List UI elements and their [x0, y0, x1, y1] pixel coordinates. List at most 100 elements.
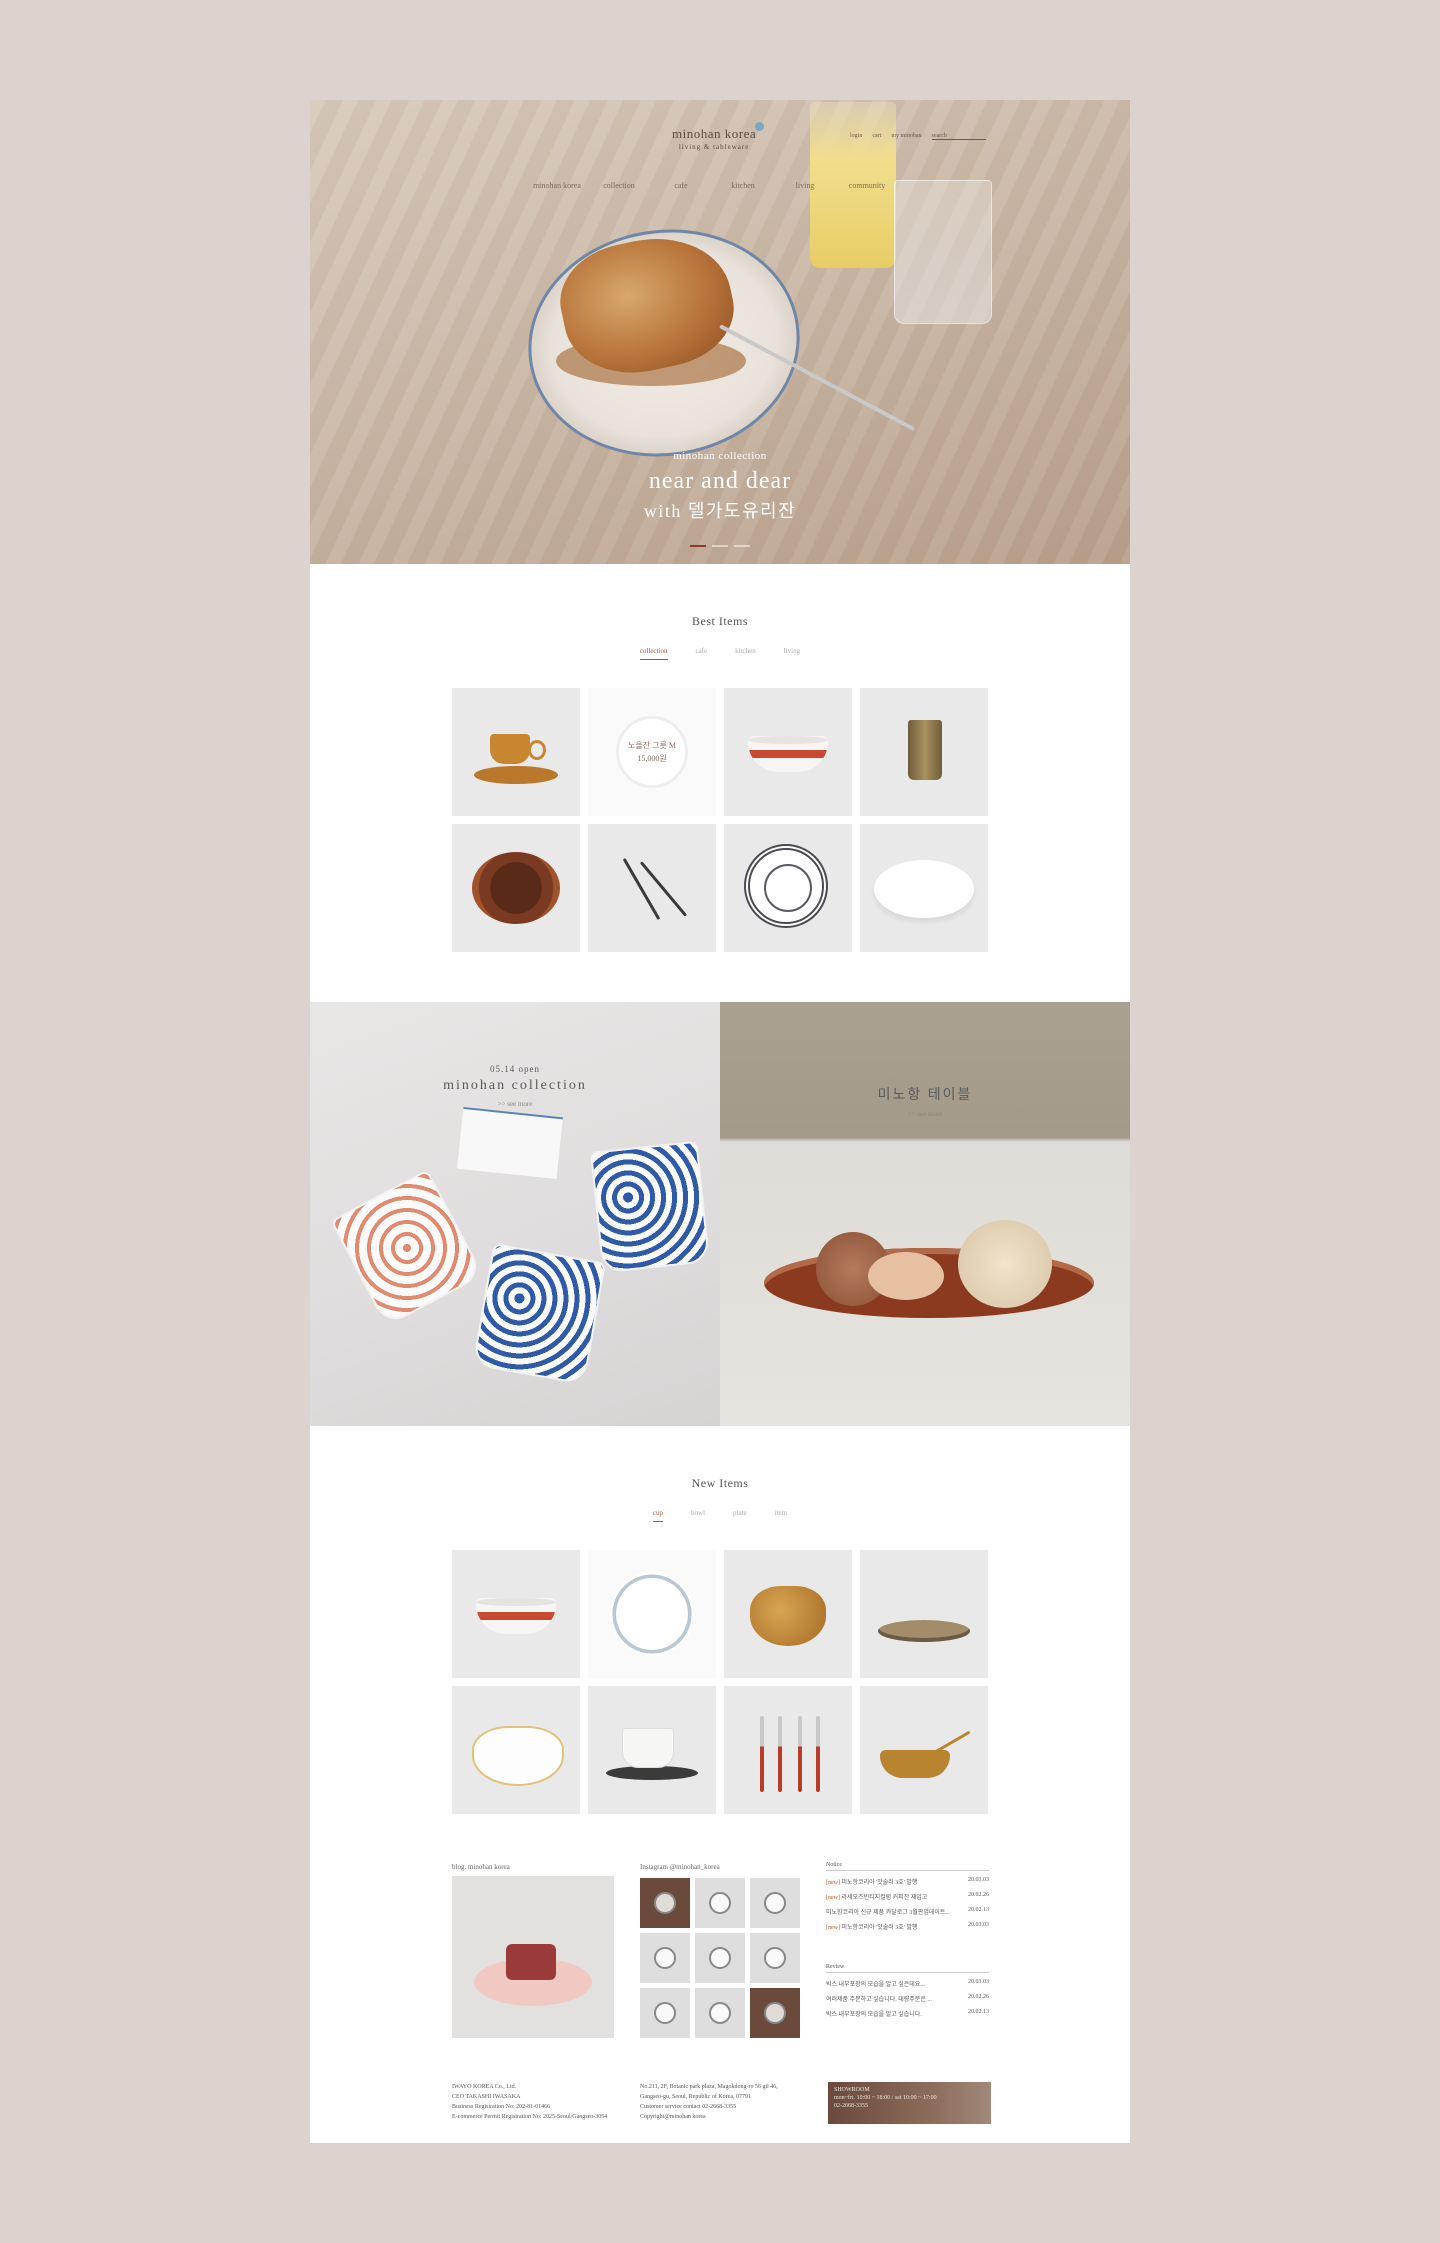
- notice-date: 20.02.26: [968, 1892, 989, 1898]
- notice-item[interactable]: [new] 미노항코리아 '맛술러 3호' 발행 20.03.03: [826, 1874, 989, 1889]
- product-card[interactable]: [588, 1550, 716, 1678]
- cart-link[interactable]: cart: [872, 133, 881, 140]
- new-items-title: New Items: [691, 1476, 749, 1490]
- instagram-photo[interactable]: [640, 1988, 690, 2038]
- product-price: 15,000원: [637, 754, 667, 763]
- divider: [826, 1972, 989, 1973]
- saucer-image: [474, 766, 558, 784]
- patterned-cup-image: [589, 1140, 711, 1274]
- page: minohan korea living & tableware login c…: [310, 100, 1130, 2143]
- best-items-tabs: collection cafe kitchen living: [310, 647, 1130, 660]
- tab-collection[interactable]: collection: [639, 647, 668, 660]
- login-link[interactable]: login: [850, 133, 862, 140]
- review-item[interactable]: 여러제품 주문하고 싶습니다. 대량주문은 ... 20.02.26: [826, 1991, 989, 2006]
- nav-item-cafe[interactable]: cafe: [650, 181, 712, 190]
- copyright: Copyright@minohan korea: [640, 2114, 706, 2120]
- tab-living[interactable]: living: [784, 647, 800, 660]
- nav-item-living[interactable]: living: [774, 181, 836, 190]
- instagram-photo[interactable]: [750, 1878, 800, 1928]
- tab-item[interactable]: item: [775, 1509, 787, 1522]
- red-fork-image: [816, 1716, 820, 1792]
- logo-tagline: living & tableware: [678, 143, 750, 151]
- notice-text: 미노항코리아 '맛술러 3호' 발행: [841, 1925, 918, 1931]
- notice-text: 미노항코리아 '맛술러 3호' 발행: [841, 1880, 918, 1886]
- product-card[interactable]: [724, 1686, 852, 1814]
- blog-image[interactable]: [452, 1876, 614, 2038]
- cake-image: [506, 1944, 556, 1980]
- bowl-image: [880, 1750, 950, 1778]
- product-hover-overlay: 노을잔 그릇 M 15,000원: [616, 716, 688, 788]
- review-text: 박스 내부포장의 모습을 알고 싶은데요...: [826, 1982, 925, 1988]
- nav-item-community[interactable]: community: [836, 181, 898, 190]
- tab-bowl[interactable]: bowl: [691, 1509, 705, 1522]
- instagram-title: Instagram @minohan_korea: [640, 1863, 720, 1871]
- blog-title: blog. minohan korea: [452, 1863, 510, 1871]
- best-items-grid: 노을잔 그릇 M 15,000원: [452, 688, 989, 952]
- review-item[interactable]: 박스 내부포장의 모습을 알고 싶습니다. 20.02.13: [826, 2006, 989, 2021]
- product-card[interactable]: [724, 688, 852, 816]
- hero-title: near and dear: [648, 468, 792, 494]
- instagram-photo[interactable]: [640, 1878, 690, 1928]
- product-card[interactable]: [452, 1550, 580, 1678]
- ring-plate-image: [744, 844, 828, 928]
- tab-kitchen[interactable]: kitchen: [735, 647, 756, 660]
- product-card[interactable]: [452, 688, 580, 816]
- instagram-photo[interactable]: [695, 1878, 745, 1928]
- new-tag: [new]: [826, 1895, 840, 1901]
- tab-plate[interactable]: plate: [733, 1509, 747, 1522]
- banner-title: 미노항 테이블: [877, 1088, 973, 1103]
- review-text: 박스 내부포장의 모습을 알고 싶습니다.: [826, 2012, 922, 2018]
- slide-dot-3[interactable]: [734, 545, 750, 547]
- review-item[interactable]: 박스 내부포장의 모습을 알고 싶은데요... 20.03.03: [826, 1976, 989, 1991]
- table-banner[interactable]: 미노항 테이블 >> see more: [720, 1002, 1130, 1426]
- instagram-photo[interactable]: [640, 1933, 690, 1983]
- review-list: Review 박스 내부포장의 모습을 알고 싶은데요... 20.03.03 여…: [826, 1964, 989, 2021]
- tab-cafe[interactable]: cafe: [696, 647, 708, 660]
- product-card[interactable]: [588, 1686, 716, 1814]
- product-card[interactable]: [860, 824, 988, 952]
- tumbler-image: [908, 720, 942, 780]
- business-registration: Business Registration No: 202-81-01466: [452, 2104, 551, 2110]
- mug-image: [622, 1728, 674, 1768]
- instagram-photo[interactable]: [695, 1933, 745, 1983]
- slide-dot-1[interactable]: [690, 545, 706, 547]
- nav-item-minohan-korea[interactable]: minohan korea: [526, 181, 588, 190]
- company-info: IWAYO KOREA Co., Ltd. CEO TAKASHI IWASAK…: [452, 2082, 607, 2122]
- notice-item[interactable]: [new] 미노항코리아 '맛술러 3호' 발행 20.03.03: [826, 1919, 989, 1934]
- see-more-link[interactable]: >> see more: [310, 1100, 720, 1108]
- product-card[interactable]: [452, 824, 580, 952]
- collection-banner-text: 05.14 open minohan collection >> see mor…: [310, 1064, 720, 1108]
- search-input[interactable]: search: [931, 133, 986, 140]
- nav-item-collection[interactable]: collection: [588, 181, 650, 190]
- product-card[interactable]: [724, 824, 852, 952]
- slide-dot-2[interactable]: [712, 545, 728, 547]
- instagram-photo[interactable]: [750, 1933, 800, 1983]
- banner-title: minohan collection: [443, 1078, 587, 1093]
- showroom-banner[interactable]: SHOWROOM mon~fri. 10:00 ~ 18:00 / sat 10…: [828, 2082, 991, 2124]
- product-card[interactable]: [860, 688, 988, 816]
- product-card[interactable]: [860, 1550, 988, 1678]
- ecommerce-permit: E-commerce Permit Registration No: 2025-…: [452, 2114, 608, 2120]
- see-more-link[interactable]: >> see more: [720, 1110, 1130, 1118]
- product-card[interactable]: [588, 824, 716, 952]
- review-title: Review: [826, 1964, 845, 1970]
- address-line: Gangseo-gu, Seoul, Republic of Korea, 07…: [640, 2094, 751, 2100]
- instagram-photo[interactable]: [750, 1988, 800, 2038]
- site-logo[interactable]: minohan korea living & tableware: [672, 122, 765, 151]
- nav-item-kitchen[interactable]: kitchen: [712, 181, 774, 190]
- product-card[interactable]: 노을잔 그릇 M 15,000원: [588, 688, 716, 816]
- my-minohan-link[interactable]: my minohan: [891, 133, 921, 140]
- collection-banner[interactable]: 05.14 open minohan collection >> see mor…: [310, 1002, 720, 1426]
- instagram-grid: [640, 1878, 800, 2038]
- notice-item[interactable]: 미노항코리아 신규 제품 카달로그 3월판업데이트... 20.02.13: [826, 1904, 989, 1919]
- new-items-tabs: cup bowl plate item: [310, 1509, 1130, 1522]
- product-card[interactable]: [724, 1550, 852, 1678]
- tab-cup[interactable]: cup: [652, 1509, 664, 1522]
- notice-item[interactable]: [new] 라세오즈빈티지컬럼 커피잔 재입고 20.02.26: [826, 1889, 989, 1904]
- best-items-title: Best Items: [692, 614, 748, 628]
- instagram-photo[interactable]: [695, 1988, 745, 2038]
- product-card[interactable]: [860, 1686, 988, 1814]
- hero-banner[interactable]: minohan korea living & tableware login c…: [310, 100, 1130, 564]
- review-text: 여러제품 주문하고 싶습니다. 대량주문은 ...: [826, 1997, 932, 2003]
- product-card[interactable]: [452, 1686, 580, 1814]
